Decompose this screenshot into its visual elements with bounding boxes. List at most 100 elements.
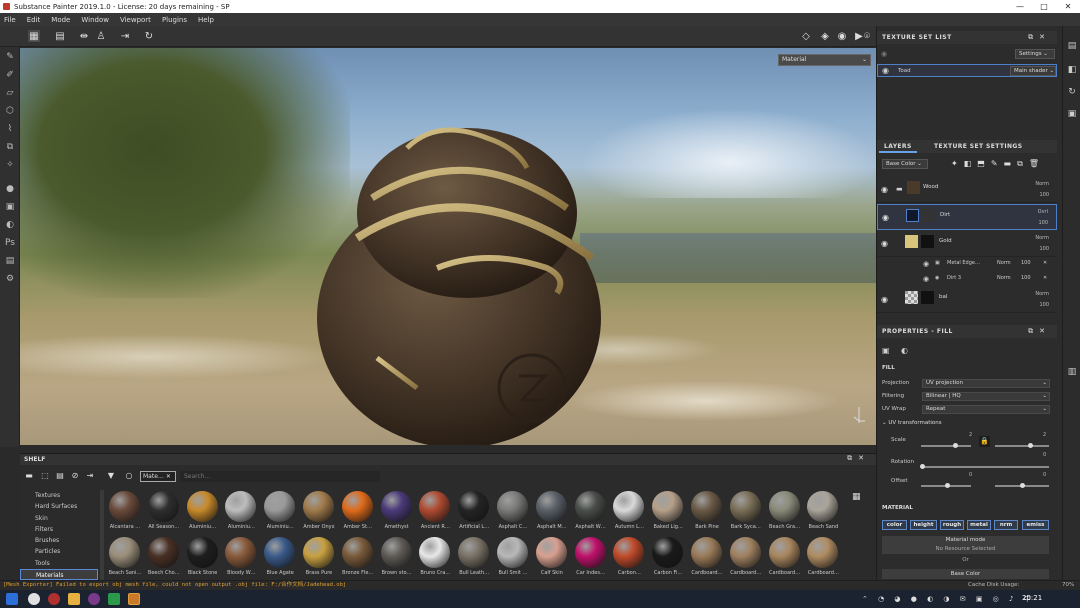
app-red-icon[interactable] — [48, 593, 60, 605]
close-button[interactable]: ✕ — [1056, 0, 1080, 13]
offset-value-a[interactable]: 0 — [969, 472, 972, 478]
uv-wrap-dropdown[interactable]: Repeat ⌄ — [922, 405, 1050, 414]
export-icon[interactable]: ⇥ — [119, 30, 131, 42]
material-thumbnail[interactable]: Beach Sani… — [106, 537, 143, 581]
undock-icon[interactable]: ⧉ — [847, 454, 858, 462]
tsl-undock-icon[interactable]: ⧉ — [1028, 33, 1039, 41]
eye-off-icon[interactable]: ⊘ — [70, 471, 80, 481]
symmetry-icon[interactable]: ⇹ — [78, 30, 90, 42]
screenshot-icon[interactable]: ⌾ — [861, 30, 873, 42]
photoshop-icon[interactable]: Ps — [4, 237, 16, 249]
scale-value-a[interactable]: 2 — [969, 432, 972, 438]
category-skin[interactable]: Skin — [20, 513, 98, 524]
layer-visibility-icon[interactable]: ◉ — [881, 185, 888, 194]
wechat-icon[interactable] — [108, 593, 120, 605]
add-effect-icon[interactable]: ✦ — [951, 159, 964, 168]
tsl-eye-icon[interactable]: ◉ — [881, 50, 887, 58]
layer-dirt[interactable]: ◉ Dirt Ovrl 100 — [877, 204, 1057, 230]
material-thumbnail[interactable]: Beach Sand — [804, 491, 841, 535]
settings-gear-icon[interactable]: ⚙ — [4, 273, 16, 285]
layer-opacity[interactable]: 100 — [1039, 192, 1049, 198]
material-thumbnail[interactable]: Calf Skin — [533, 537, 570, 581]
projection-dropdown[interactable]: UV projection ⌄ — [922, 379, 1050, 388]
material-thumbnail[interactable]: Autumn L… — [610, 491, 647, 535]
material-mode-button[interactable]: Material mode No Resource Selected — [882, 536, 1049, 554]
material-thumbnail[interactable]: Alcantara … — [106, 491, 143, 535]
scale-slider-a-knob[interactable] — [953, 443, 958, 448]
layer-blend-mode[interactable]: Norm — [1035, 291, 1049, 297]
material-thumbnail[interactable]: All Season… — [145, 491, 182, 535]
material-thumbnail[interactable]: Bark Pine — [688, 491, 725, 535]
material-thumbnail[interactable]: Bronze Fle… — [339, 537, 376, 581]
category-materials[interactable]: Materials — [20, 569, 98, 581]
substance-painter-taskbar-icon[interactable] — [128, 593, 140, 605]
channel-color-toggle[interactable]: color — [882, 520, 907, 530]
bake-icon[interactable]: ● — [4, 183, 16, 195]
effect-dirt-3[interactable]: ◉ ◉ Dirt 3 Norm 100 ✕ — [877, 273, 1057, 285]
category-brushes[interactable]: Brushes — [20, 535, 98, 546]
scale-slider-a[interactable] — [921, 445, 971, 447]
grid-layout-icon[interactable]: ▦ — [852, 492, 862, 502]
material-thumbnail[interactable]: Asphalt C… — [494, 491, 531, 535]
rotation-slider-knob[interactable] — [920, 464, 925, 469]
app-purple-icon[interactable] — [88, 593, 100, 605]
material-thumbnail[interactable]: Aluminiu… — [184, 491, 221, 535]
grid-view-icon[interactable]: ▦ — [28, 30, 40, 42]
shelf-filter-tag[interactable]: Mate… ✕ — [140, 471, 176, 482]
material-thumbnail[interactable]: Car Indes… — [572, 537, 609, 581]
material-thumbnail[interactable]: Asphalt W… — [572, 491, 609, 535]
polygon-fill-icon[interactable]: ⬡ — [4, 105, 16, 117]
effect-opacity[interactable]: 100 — [1021, 260, 1031, 266]
props-close-icon[interactable]: ✕ — [1039, 327, 1051, 335]
effect-visibility-icon[interactable]: ◉ — [923, 275, 929, 283]
material-thumbnail[interactable]: Amethyst — [378, 491, 415, 535]
material-thumbnail[interactable]: Brass Pure — [300, 537, 337, 581]
tab-layers[interactable]: LAYERS — [879, 140, 917, 153]
save-icon[interactable]: ▤ — [55, 471, 65, 481]
rotation-value[interactable]: 0 — [1043, 452, 1046, 458]
category-textures[interactable]: Textures — [20, 490, 98, 501]
base-color-button[interactable]: Base Color — [882, 569, 1049, 579]
filter-icon[interactable]: ▼ — [106, 471, 116, 481]
lock-icon[interactable]: 🔒 — [979, 436, 990, 447]
circle-icon[interactable]: ○ — [124, 471, 134, 481]
channel-dropdown[interactable]: Base Color ⌄ — [882, 159, 928, 169]
effect-remove-icon[interactable]: ✕ — [1043, 275, 1047, 281]
menu-edit[interactable]: Edit — [27, 16, 41, 24]
effect-remove-icon[interactable]: ✕ — [1043, 260, 1047, 266]
layer-gold[interactable]: ◉ Gold Norm 100 — [877, 231, 1057, 257]
scale-slider-b[interactable] — [995, 445, 1049, 447]
texture-set-list-dock-icon[interactable]: ▤ — [1066, 40, 1078, 52]
selection-icon[interactable]: ◇ — [800, 30, 812, 42]
category-tools[interactable]: Tools — [20, 558, 98, 569]
material-thumbnail[interactable]: Baked Lig… — [649, 491, 686, 535]
layer-visibility-icon[interactable]: ◉ — [882, 213, 889, 222]
offset-slider-a-knob[interactable] — [945, 483, 950, 488]
brush-icon[interactable]: ✎ — [4, 51, 16, 63]
material-thumbnail[interactable]: Bull Smit … — [494, 537, 531, 581]
offset-slider-b-knob[interactable] — [1020, 483, 1025, 488]
channel-rough-toggle[interactable]: rough — [940, 520, 964, 530]
material-thumbnail[interactable]: Beach Gra… — [766, 491, 803, 535]
shelf-close-icon[interactable]: ✕ — [858, 454, 870, 462]
material-thumbnail[interactable]: Aluminiu… — [222, 491, 259, 535]
material-thumbnail[interactable]: Asphalt M… — [533, 491, 570, 535]
material-thumbnail[interactable]: Cardboard… — [688, 537, 725, 581]
layer-visibility-icon[interactable]: ◉ — [881, 295, 888, 304]
layer-blend-mode[interactable]: Norm — [1035, 235, 1049, 241]
channel-nrm-toggle[interactable]: nrm — [994, 520, 1018, 530]
scale-value-b[interactable]: 2 — [1043, 432, 1046, 438]
properties-dock-icon[interactable]: ▥ — [1066, 366, 1078, 378]
layer-opacity[interactable]: 100 — [1039, 246, 1049, 252]
material-thumbnail[interactable]: Beech Cho… — [145, 537, 182, 581]
layer-wood[interactable]: ◉ ▬ Wood Norm 100 — [877, 177, 1057, 203]
texture-set-eye-icon[interactable]: ◉ — [882, 66, 889, 75]
file-explorer-icon[interactable] — [68, 593, 80, 605]
material-thumbnail[interactable]: Cardboard… — [727, 537, 764, 581]
category-scrollbar[interactable] — [100, 490, 104, 580]
layer-blend-mode[interactable]: Norm — [1035, 181, 1049, 187]
menu-file[interactable]: File — [4, 16, 16, 24]
history-icon[interactable]: ↻ — [143, 30, 155, 42]
tsl-close-icon[interactable]: ✕ — [1039, 33, 1051, 41]
effect-blend-mode[interactable]: Norm — [997, 275, 1011, 281]
